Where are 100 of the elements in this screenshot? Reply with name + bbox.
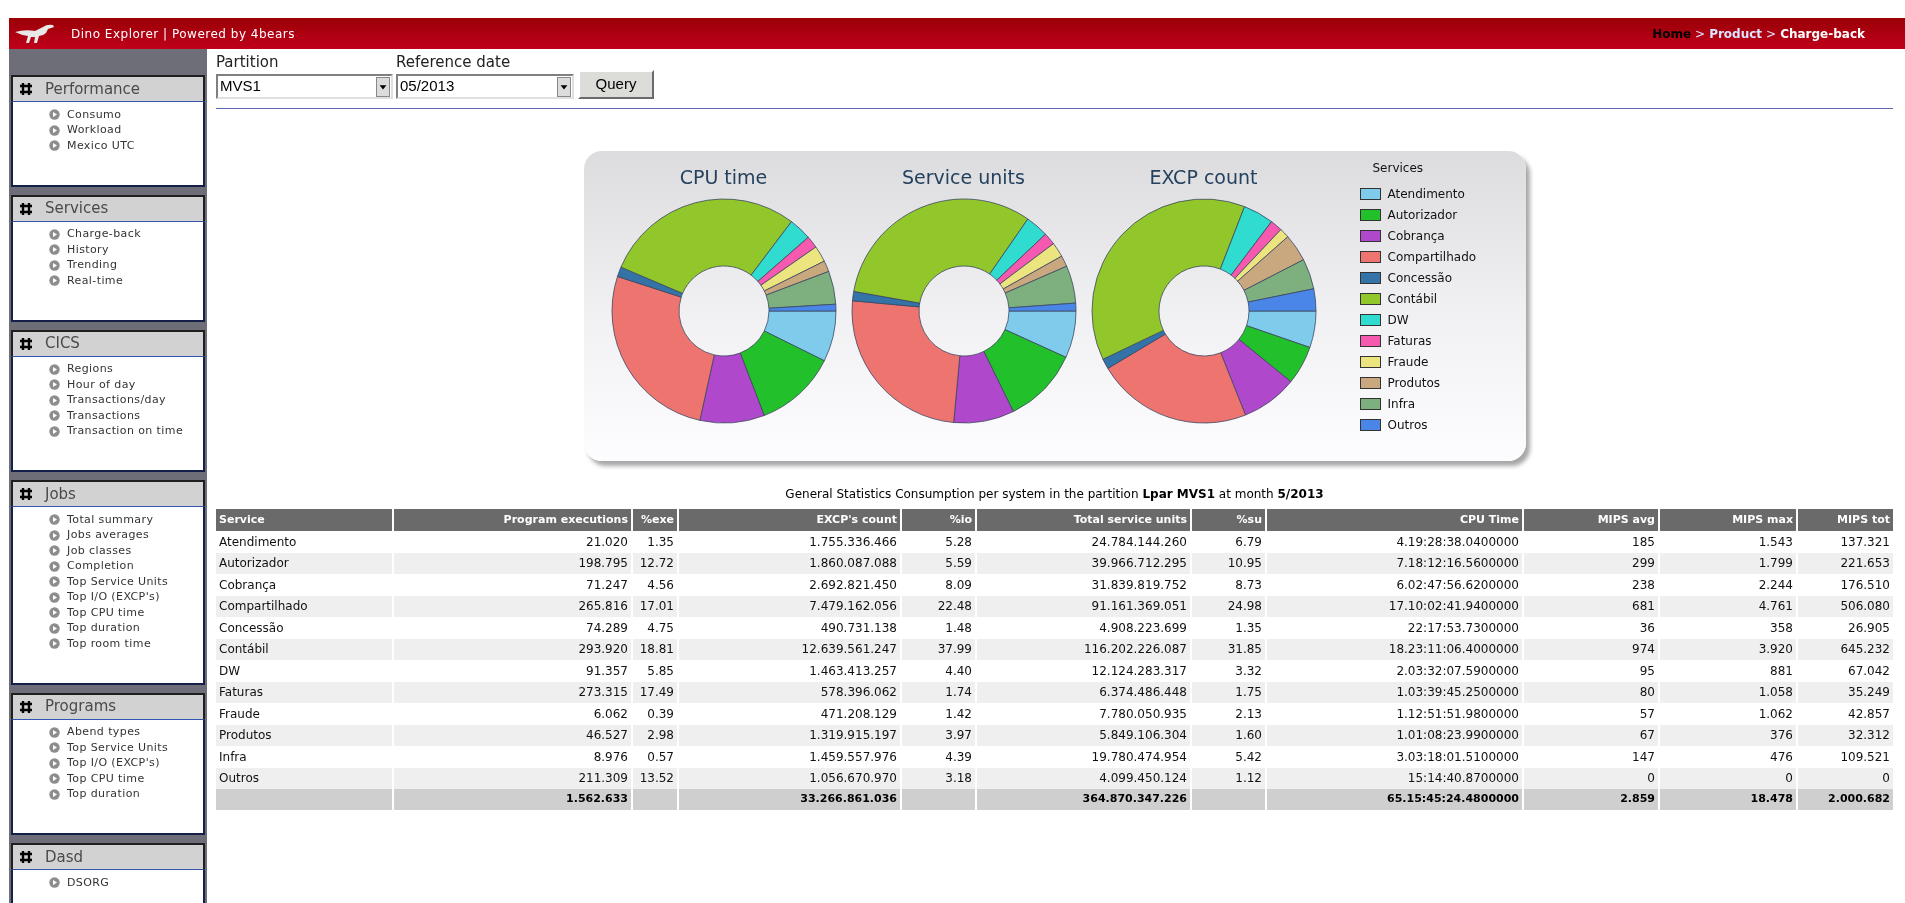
menu-link[interactable]: Top room time <box>67 635 152 652</box>
table-cell: 6.374.486.448 <box>977 681 1190 703</box>
table-cell: 7.479.162.056 <box>679 595 900 617</box>
play-bullet-icon <box>49 607 60 619</box>
total-cell: 2.000.682 <box>1798 789 1893 810</box>
table-cell: 376 <box>1660 724 1796 746</box>
panel-title: Programs <box>45 696 117 718</box>
query-button[interactable]: Query <box>578 70 654 99</box>
menu-link[interactable]: Completion <box>67 558 134 575</box>
total-cell: 2.859 <box>1524 789 1658 810</box>
panel-header[interactable]: Dasd <box>11 843 205 869</box>
column-header: %io <box>902 509 975 531</box>
menu-link[interactable]: DSORG <box>67 874 110 891</box>
legend-label: Faturas <box>1387 332 1432 350</box>
play-bullet-icon <box>49 576 60 588</box>
table-cell: 3.18 <box>902 767 975 789</box>
menu-link[interactable]: Top CPU time <box>67 604 145 621</box>
panel-header[interactable]: Jobs <box>11 480 205 506</box>
legend-label: Compartilhado <box>1387 248 1477 266</box>
panel-title: Services <box>45 198 109 220</box>
table-cell: 0 <box>1660 767 1796 789</box>
play-bullet-icon <box>49 591 60 603</box>
menu-link[interactable]: Transactions <box>67 407 141 424</box>
column-header: EXCP's count <box>679 509 900 531</box>
menu-link[interactable]: Top I/O (EXCP's) <box>67 755 160 772</box>
table-cell: Faturas <box>216 681 392 703</box>
table-cell: 22.48 <box>902 595 975 617</box>
legend-label: Cobrança <box>1387 227 1445 245</box>
menu-link[interactable]: Top duration <box>67 786 141 803</box>
play-bullet-icon <box>49 560 60 572</box>
table-cell: 80 <box>1524 681 1658 703</box>
play-bullet-icon <box>49 379 60 391</box>
menu-link[interactable]: Workload <box>67 122 122 139</box>
date-select[interactable]: 05/2013 <box>396 74 574 99</box>
hash-icon <box>19 699 33 714</box>
panel-header[interactable]: Performance <box>11 75 205 101</box>
menu-link[interactable]: Transactions/day <box>67 392 166 409</box>
panel-header[interactable]: Programs <box>11 692 205 719</box>
table-cell: Contábil <box>216 638 392 660</box>
menu-link[interactable]: Trending <box>67 257 118 274</box>
menu-link[interactable]: Job classes <box>67 542 132 559</box>
column-header: MIPS max <box>1660 509 1796 531</box>
menu-link[interactable]: Abend types <box>67 724 141 741</box>
table-cell: 645.232 <box>1798 638 1893 660</box>
table-cell: 681 <box>1524 595 1658 617</box>
chart-title: Service units <box>902 165 1025 189</box>
menu-link[interactable]: Top I/O (EXCP's) <box>67 589 160 606</box>
column-header: CPU Time <box>1267 509 1522 531</box>
column-header: MIPS tot <box>1798 509 1893 531</box>
partition-select[interactable]: MVS1 <box>216 74 393 99</box>
table-cell: 10.95 <box>1192 552 1265 574</box>
play-bullet-icon <box>49 140 60 152</box>
table-cell: 17.10:02:41.9400000 <box>1267 595 1522 617</box>
panel-title: Jobs <box>45 483 76 505</box>
table-cell: 1.799 <box>1660 552 1796 574</box>
menu-link[interactable]: Top Service Units <box>67 739 169 756</box>
menu-link[interactable]: Charge-back <box>67 226 141 243</box>
menu-link[interactable]: Top duration <box>67 620 141 637</box>
menu-link[interactable]: Top Service Units <box>67 573 169 590</box>
table-cell: 1.01:08:23.9900000 <box>1267 724 1522 746</box>
menu-link[interactable]: History <box>67 241 109 258</box>
breadcrumb-link[interactable]: Product <box>1709 24 1763 43</box>
field-label: Reference date <box>396 53 512 71</box>
table-cell: Produtos <box>216 724 392 746</box>
table-cell: Autorizador <box>216 552 392 574</box>
table-cell: 67 <box>1524 724 1658 746</box>
panel-header[interactable]: CICS <box>11 329 205 356</box>
panel-title: CICS <box>45 333 80 355</box>
total-cell: 364.870.347.226 <box>977 789 1190 810</box>
menu-link[interactable]: Real-time <box>67 272 124 289</box>
menu-link[interactable]: Total summary <box>67 511 154 528</box>
table-cell: 3.97 <box>902 724 975 746</box>
play-bullet-icon <box>49 275 60 287</box>
menu-link[interactable]: Regions <box>67 361 114 378</box>
menu-link[interactable]: Consumo <box>67 106 122 123</box>
legend-label: Produtos <box>1387 374 1441 392</box>
table-cell: 221.653 <box>1798 552 1893 574</box>
table-cell: 13.52 <box>633 767 677 789</box>
table-cell: 5.59 <box>902 552 975 574</box>
menu-link[interactable]: Transaction on time <box>67 423 184 440</box>
menu-link[interactable]: Jobs averages <box>67 527 150 544</box>
column-header: MIPS avg <box>1524 509 1658 531</box>
table-caption: General Statistics Consumption per system in the partition Lpar MVS1 at month 5/2013 <box>784 486 1325 503</box>
play-bullet-icon <box>49 363 60 375</box>
dinosaur-logo-icon <box>13 22 57 45</box>
menu-link[interactable]: Top CPU time <box>67 770 145 787</box>
table-cell: 1.03:39:45.2500000 <box>1267 681 1522 703</box>
legend-label: Fraude <box>1387 353 1429 371</box>
table-cell: 2.98 <box>633 724 677 746</box>
legend-label: Concessão <box>1387 269 1452 287</box>
menu-link[interactable]: Mexico UTC <box>67 137 135 154</box>
play-bullet-icon <box>49 742 60 754</box>
play-bullet-icon <box>49 514 60 526</box>
table-cell: Outros <box>216 767 392 789</box>
menu-link[interactable]: Hour of day <box>67 376 136 393</box>
table-cell: 37.99 <box>902 638 975 660</box>
play-bullet-icon <box>49 638 60 650</box>
table-cell: 116.202.226.087 <box>977 638 1190 660</box>
table-cell: 7.18:12:16.5600000 <box>1267 552 1522 574</box>
panel-header[interactable]: Services <box>11 194 205 221</box>
